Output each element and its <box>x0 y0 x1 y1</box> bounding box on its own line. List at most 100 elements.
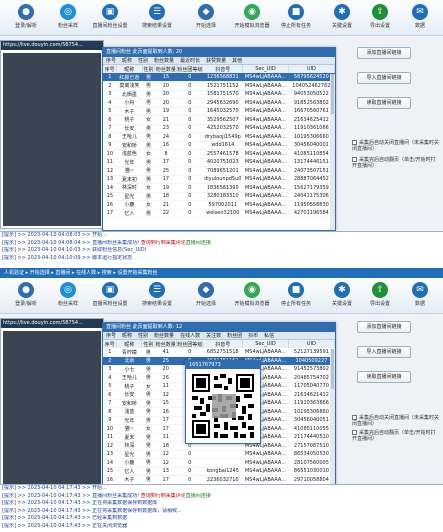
window-tab[interactable]: 性别 <box>135 57 151 64</box>
toolbar-button-2[interactable]: ◎ 粉丝采样 <box>48 3 88 33</box>
column-header[interactable]: 序号 <box>103 65 118 73</box>
column-header[interactable]: Sec_UID <box>242 340 289 348</box>
toolbar-button-5[interactable]: ◆ 开始选择 <box>186 3 226 33</box>
add-live-link-button[interactable]: 添加直播间链接 <box>357 321 411 333</box>
table-row[interactable]: 6 桃子女 21 0 3529562507 MS4wLjABAAA... 216346254… <box>103 115 335 125</box>
add-live-link-button[interactable]: 添加直播间链接 <box>357 47 411 59</box>
toolbar-button-3[interactable]: ▣ 直播间粉丝设置 <box>90 281 130 311</box>
live-url-row[interactable]: https://live.douyin.com/58754... <box>1 41 103 50</box>
table-row[interactable]: 10 浅蓝色女 8 0 2557461578 MS4wLjABAAA... 41085110… <box>103 149 335 159</box>
column-header[interactable]: 粉丝数量 <box>154 65 178 73</box>
table-row[interactable]: 17 忆人男 22 0 welsen32100 MS4wLjABAAA... 4270119… <box>103 209 335 218</box>
toolbar-button-6[interactable]: ◉ 开始模拟浏览器 <box>232 281 272 311</box>
window-tab[interactable]: 抖币 <box>245 332 261 339</box>
toolbar-button-10[interactable]: ✉ 数据 <box>400 3 440 33</box>
column-header[interactable]: 昵称 <box>116 340 143 348</box>
table-cell: 26 <box>154 373 177 383</box>
qr-login-popup[interactable]: 1651767973 <box>185 360 261 444</box>
live-url-row[interactable]: https://live.douyin.com/58754... <box>1 319 103 328</box>
column-header[interactable]: 性别 <box>142 65 156 73</box>
toolbar-button-2[interactable]: ◎ 粉丝采样 <box>48 281 88 311</box>
window-tab[interactable]: 在线人数 <box>177 332 203 339</box>
table-row[interactable]: 14 小鹿男 12 0 MS4wLjABAAA... 28107560005 <box>103 458 335 468</box>
toolbar-button-4[interactable]: ☰ 搜索结果设置 <box>137 281 177 311</box>
window-tab[interactable]: 粉丝团 <box>224 332 245 339</box>
read-live-link-button[interactable]: 读取直播间链接 <box>357 371 411 383</box>
toolbar-button-1[interactable]: ● 登录/解析 <box>6 281 46 311</box>
window-tab[interactable]: 获赞数量 <box>203 57 229 64</box>
table-row[interactable]: 15 忆人男 13 0 kongbai1245 MS4wLjABAAA... 8655103… <box>103 467 335 476</box>
table-row[interactable]: 11 光年男 17 0 4020751023 MS4wLjABAAA... 13174446… <box>103 158 335 167</box>
toolbar-button-8[interactable]: ✱ 关键设置 <box>322 281 362 311</box>
table-row[interactable]: 16 小鹿女 21 0 597002011 MS4wLjABAAA... 119505588… <box>103 200 335 210</box>
table-row[interactable]: 4 小舟男 20 0 2945632690 MS4wLjABAAA... 918525638… <box>103 98 335 108</box>
column-header[interactable]: UID <box>288 340 336 348</box>
table-row[interactable]: 13 夏末初男 17 0 diyulounpd5u0 MS4wLjABAAA... 2888… <box>103 175 335 184</box>
column-header[interactable]: 性别 <box>141 340 156 348</box>
table-cell: 0 <box>176 175 203 184</box>
toolbar-button-5[interactable]: ◆ 开始选择 <box>186 281 226 311</box>
table-row[interactable]: 2 莫离浅笑男 20 0 1521751152 MS4wLjABAAA... 1040524… <box>103 81 335 91</box>
toolbar-button-1[interactable]: ● 登录/解析 <box>6 3 46 33</box>
window-tab[interactable]: 最近时长 <box>177 57 203 64</box>
window-tab[interactable]: 私信 <box>261 332 277 339</box>
column-header[interactable]: 粉丝团等级 <box>176 340 204 348</box>
window-tab[interactable]: 粉丝数量 <box>151 57 177 64</box>
table-row[interactable]: 3 北栖墨男 20 0 1581751570 MS4wLjABAAA... 94053050… <box>103 90 335 99</box>
column-header[interactable]: 序号 <box>103 340 118 348</box>
column-header[interactable]: Sec_UID <box>242 65 289 73</box>
window-tab[interactable]: 昵称 <box>119 57 135 64</box>
table-row[interactable]: 12 猫~ 男 25 0 7089651201 MS4wLjABAAA... 24073507… <box>103 166 335 176</box>
import-live-link-button[interactable]: 导入直播间链接 <box>357 72 411 84</box>
table-scrollbar[interactable] <box>330 349 335 496</box>
toolbar-button-6[interactable]: ◉ 开始模拟浏览器 <box>232 3 272 33</box>
table-row[interactable]: 14 林深时女 19 0 1836581390 MS4wLjABAAA... 1562717… <box>103 183 335 193</box>
table-row[interactable]: 9 安和桥男 16 0 wdd1614 MS4wLjABAAA... 30456040001 <box>103 141 335 150</box>
table-row[interactable]: 7 长安男 23 0 4252032570 MS4wLjABAAA... 119103610… <box>103 124 335 133</box>
toolbar-button-4[interactable]: ☰ 搜索结果设置 <box>137 3 177 33</box>
checkbox-box[interactable] <box>352 140 357 145</box>
window-tab[interactable]: 性别 <box>135 332 151 339</box>
column-header[interactable]: 粉丝数量 <box>154 340 178 348</box>
window-tab[interactable]: 其他 <box>229 57 245 64</box>
auto-close-checkbox[interactable]: 采集后自动关闭直播间（未采集时关闭直播间） <box>352 415 440 427</box>
table-scrollbar[interactable] <box>330 74 335 230</box>
table-row[interactable]: 16 木子男 17 0 2236032710 MS4wLjABAAA... 29710058… <box>103 475 335 485</box>
table-row[interactable]: 1 青柠檬男 41 0 6852751518 MS4wLjABAAA... 52127139… <box>103 348 335 357</box>
column-header[interactable]: 抖音号 <box>202 340 244 348</box>
window-tab[interactable]: 序号 <box>103 332 119 339</box>
column-header[interactable]: 昵称 <box>116 65 143 73</box>
table-cell: 猫~ <box>116 424 142 434</box>
table-cell: 浅蓝 <box>116 407 142 417</box>
table-row[interactable]: 5 木子男 19 0 1645032570 MS4wLjABAAA... 166705607… <box>103 107 335 116</box>
read-live-link-button[interactable]: 读取直播间链接 <box>357 97 411 109</box>
checkbox-box[interactable] <box>352 430 357 435</box>
toolbar-button-10[interactable]: ✉ 数据 <box>400 281 440 311</box>
column-header[interactable]: 抖音号 <box>202 65 244 73</box>
import-live-link-button[interactable]: 导入直播间链接 <box>357 346 411 358</box>
toolbar-button-9[interactable]: ⇪ 导出设置 <box>360 281 400 311</box>
column-header[interactable]: UID <box>288 65 336 73</box>
toolbar-button-7[interactable]: ■ 停止所有任务 <box>276 3 316 33</box>
toolbar-button-3[interactable]: ▣ 直播间粉丝设置 <box>90 3 130 33</box>
column-header[interactable]: 粉丝团等级 <box>176 65 204 73</box>
table-row[interactable]: 15 星光男 18 0 3280183310 MS4wLjABAAA... 24041175… <box>103 192 335 201</box>
table-row[interactable]: 13 星光男 12 0 MS4wLjABAAA... 86534050530 <box>103 450 335 459</box>
auto-page-checkbox[interactable]: 采集完后自动翻页（单击/开始时打开直播间） <box>352 157 440 169</box>
checkbox-box[interactable] <box>352 157 357 162</box>
toolbar-button-7[interactable]: ■ 停止所有任务 <box>276 281 316 311</box>
window-tab[interactable]: 序号 <box>103 57 119 64</box>
qr-code-icon <box>190 372 256 440</box>
toolbar-button-8[interactable]: ✱ 关键设置 <box>322 3 362 33</box>
window-tab[interactable]: 昵称 <box>119 332 135 339</box>
window-tab[interactable]: 粉丝数量 <box>151 332 177 339</box>
window-tab[interactable]: 关注数 <box>203 332 224 339</box>
auto-close-checkbox[interactable]: 采集后自动关闭直播间（未采集时关闭直播间） <box>352 140 440 152</box>
table-row[interactable]: 8 王哈儿男 24 0 drybaoji1549p MS4wLjABAAA... 10195… <box>103 132 335 142</box>
browser-preview <box>3 53 101 226</box>
toolbar-button-label: 开始选择 <box>195 301 216 307</box>
auto-page-checkbox[interactable]: 采集完后自动翻页（单击/开始时打开直播间） <box>352 430 440 442</box>
table-row[interactable]: 1 红颜已逝男 15 0 1236568831 MS4wLjABAAA... 5879562… <box>103 73 335 82</box>
checkbox-box[interactable] <box>352 415 357 420</box>
toolbar-button-9[interactable]: ⇪ 导出设置 <box>360 3 400 33</box>
